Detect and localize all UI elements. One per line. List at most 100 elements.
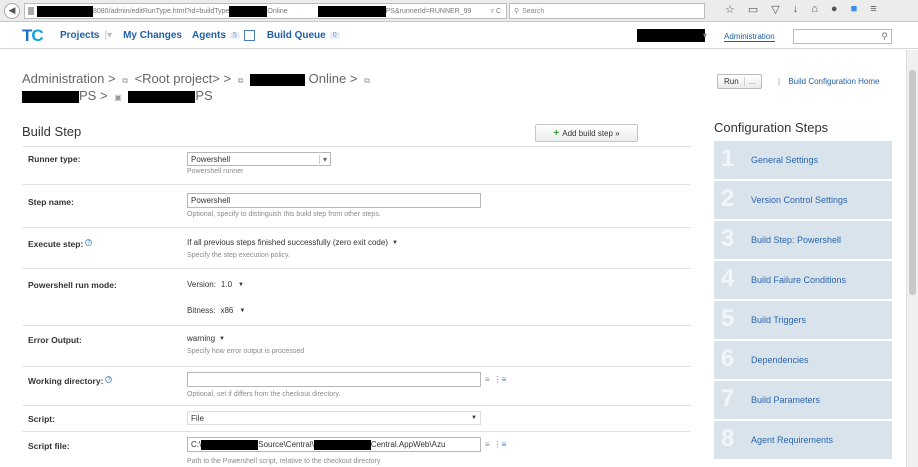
config-step-failure-conditions[interactable]: 4 Build Failure Conditions [714,261,892,299]
step-number: 4 [721,265,735,292]
step-label: Build Step: Powershell [751,235,842,245]
plus-icon: + [553,127,560,139]
run-options-button[interactable]: ... [743,77,755,86]
nav-agents[interactable]: Agents [192,30,226,41]
nav-build-queue[interactable]: Build Queue [267,30,326,41]
error-output-label: Error Output: [28,335,82,345]
admin-search-input[interactable]: ⚲ [793,29,892,44]
execute-step-label: Execute step:? [28,239,93,249]
chevron-down-icon: ▼ [238,281,244,288]
breadcrumb-separator: > [349,71,358,86]
redacted-path [313,439,371,450]
chevron-down-icon: ▾ [318,154,327,164]
tree-browse-icon[interactable]: ⋮≡ [494,375,507,384]
script-file-part: Central.AppWeb\Azu [370,440,446,449]
search-placeholder: Search [522,7,545,15]
user-menu[interactable] [637,29,705,42]
run-button[interactable]: Run ... [717,74,763,89]
config-step-vcs-settings[interactable]: 2 Version Control Settings [714,181,892,219]
reload-icon[interactable]: ▿ C [490,7,501,15]
config-step-build-triggers[interactable]: 5 Build Triggers [714,301,892,339]
download-icon[interactable]: ↓ [793,3,799,16]
help-icon[interactable]: ? [105,376,113,383]
scrollbar-thumb[interactable] [909,70,916,295]
config-step-agent-requirements[interactable]: 8 Agent Requirements [714,421,892,459]
execute-step-value: If all previous steps finished successfu… [187,238,388,247]
add-build-step-button[interactable]: + Add build step » [535,124,638,142]
breadcrumb-separator: > [108,71,116,86]
address-bar[interactable]: 8080/admin/editRunType.html?id=buildType… [24,3,507,19]
list-icon[interactable]: ≡ [485,440,490,449]
working-directory-label: Working directory:? [28,376,113,386]
url-suffix: PS&runnerId=RUNNER_99 [385,7,472,15]
error-output-hint: Specify how error output is processed [187,348,305,355]
chat-icon[interactable]: ● [831,3,838,16]
redacted-segment [317,5,386,17]
top-navigation: Projects |▾ My Changes Agents 5 Build Qu… [60,30,340,41]
clipboard-icon[interactable]: ▭ [748,3,758,16]
script-select[interactable]: File ▼ [187,411,481,425]
working-directory-input[interactable] [187,372,481,387]
step-label: General Settings [751,155,819,165]
url-mid: Online [267,7,288,15]
home-icon[interactable]: ⌂ [811,3,818,16]
version-select[interactable]: Version: 1.0 ▼ [187,280,244,289]
execute-step-select[interactable]: If all previous steps finished successfu… [187,238,398,247]
config-step-build-step[interactable]: 3 Build Step: Powershell [714,221,892,259]
page-scrollbar[interactable] [906,50,918,467]
bitness-value: x86 [220,306,234,315]
browser-search-input[interactable]: ⚲ Search [509,3,705,19]
step-label: Build Failure Conditions [751,275,847,285]
config-step-build-parameters[interactable]: 7 Build Parameters [714,381,892,419]
menu-icon[interactable]: ≡ [870,3,876,16]
execute-step-row: Execute step:? If all previous steps fin… [22,227,691,267]
step-number: 3 [721,225,735,252]
browser-icons: ☆ ▭ ▽ ↓ ⌂ ● ■ ≡ [725,3,877,16]
nav-projects[interactable]: Projects [60,30,99,41]
error-output-row: Error Output: warning ▼ Specify how error… [22,325,691,365]
agents-status-icon [243,30,255,41]
redacted-project [250,73,306,86]
build-config-home-link[interactable]: Build Configuration Home [788,77,879,86]
step-label: Version Control Settings [751,195,848,205]
bookmark-star-icon[interactable]: ☆ [725,3,735,16]
nav-projects-dropdown-icon[interactable]: |▾ [104,30,112,41]
divider: | [778,77,781,86]
script-file-input[interactable]: C:\ Source\Central\ Central.AppWeb\Azu [187,437,481,452]
breadcrumb-subproject[interactable]: PS [79,88,96,103]
chevron-down-icon[interactable]: ▾ [703,31,707,40]
nav-my-changes[interactable]: My Changes [123,30,182,41]
config-step-dependencies[interactable]: 6 Dependencies [714,341,892,379]
step-name-hint: Optional, specify to distinguish this bu… [187,211,381,218]
breadcrumb-build-config[interactable]: PS [195,88,212,103]
bitness-select[interactable]: Bitness: x86 ▼ [187,306,245,315]
addon-icon[interactable]: ■ [851,3,858,16]
config-step-general-settings[interactable]: 1 General Settings [714,141,892,179]
project-icon: ⧉ [122,76,128,85]
help-icon[interactable]: ? [85,239,93,246]
chevron-down-icon: ▼ [471,415,477,421]
tree-browse-icon[interactable]: ⋮≡ [494,440,507,449]
administration-link[interactable]: Administration [724,32,775,42]
breadcrumb-root-project[interactable]: <Root project> [135,71,220,86]
step-name-input[interactable]: Powershell [187,193,481,208]
runner-type-select[interactable]: Powershell ▾ [187,152,331,166]
breadcrumb-project[interactable]: Online [309,71,347,86]
list-icon[interactable]: ≡ [485,375,490,384]
bitness-label: Bitness: [187,306,216,315]
build-config-icon: ▣ [114,93,122,102]
chevron-down-icon: ▼ [219,335,225,342]
shield-icon[interactable]: ▽ [771,3,779,16]
script-file-field: C:\ Source\Central\ Central.AppWeb\Azu ≡… [187,437,506,452]
run-mode-label: Powershell run mode: [28,280,117,290]
back-button[interactable]: ◀ [4,2,20,19]
error-output-select[interactable]: warning ▼ [187,334,225,343]
script-label: Script: [28,414,55,424]
teamcity-logo[interactable]: TC [22,26,44,46]
step-label: Agent Requirements [751,435,834,445]
runner-type-label: Runner type: [28,154,81,164]
breadcrumb-administration[interactable]: Administration [22,71,104,86]
teamcity-header: TC Projects |▾ My Changes Agents 5 Build… [0,23,918,49]
step-label: Build Parameters [751,395,821,405]
step-number: 1 [721,145,735,172]
